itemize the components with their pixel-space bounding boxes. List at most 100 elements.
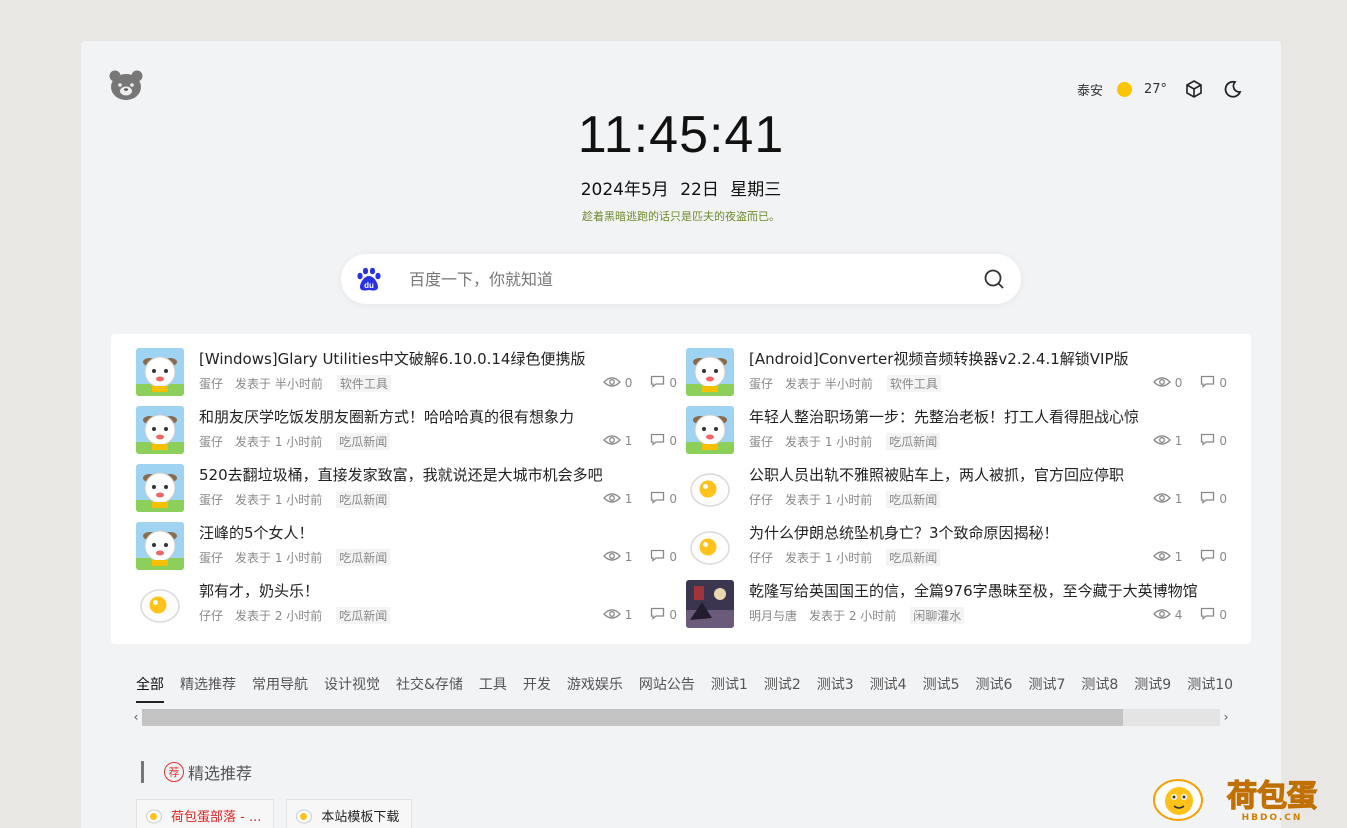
news-title[interactable]: 为什么伊朗总统坠机身亡？3个致命原因揭秘！ xyxy=(749,522,1227,544)
site-link[interactable]: 本站模板下载 xyxy=(286,799,413,828)
tab-5[interactable]: 工具 xyxy=(479,674,507,701)
news-item[interactable]: [Windows]Glary Utilities中文破解6.10.0.14绿色便… xyxy=(136,348,686,406)
eye-icon xyxy=(1151,608,1171,623)
author-avatar[interactable] xyxy=(136,348,184,396)
news-item[interactable]: 郭有才，奶头乐！ 仔仔 发表于 2 小时前 吃瓜新闻 1 0 xyxy=(136,580,686,638)
tab-3[interactable]: 设计视觉 xyxy=(324,674,380,701)
scroll-left-icon[interactable]: ‹ xyxy=(130,710,142,724)
svg-text:荷包蛋: 荷包蛋 xyxy=(1227,779,1317,814)
comment-count: 0 xyxy=(669,434,677,448)
tab-6[interactable]: 开发 xyxy=(523,674,551,701)
tab-4[interactable]: 社交&存储 xyxy=(396,674,463,701)
search-input[interactable] xyxy=(409,269,983,289)
news-time: 发表于 1 小时前 xyxy=(235,434,323,449)
news-category[interactable]: 闲聊灌水 xyxy=(910,606,965,624)
search-box: du xyxy=(341,254,1021,304)
author-avatar[interactable] xyxy=(686,580,734,628)
author-avatar[interactable] xyxy=(686,522,734,570)
svg-text:du: du xyxy=(364,281,374,290)
search-icon[interactable] xyxy=(983,268,1005,290)
tab-12[interactable]: 测试4 xyxy=(870,674,907,701)
news-category[interactable]: 软件工具 xyxy=(336,374,391,392)
author-avatar[interactable] xyxy=(136,522,184,570)
news-item[interactable]: [Android]Converter视频音频转换器v2.2.4.1解锁VIP版蛋… xyxy=(686,348,1236,406)
scroll-track[interactable] xyxy=(142,708,1220,726)
scroll-thumb[interactable] xyxy=(142,708,1123,726)
news-author[interactable]: 蛋仔 xyxy=(199,375,223,392)
author-avatar[interactable] xyxy=(686,464,734,512)
tab-7[interactable]: 游戏娱乐 xyxy=(567,674,623,701)
view-count: 0 xyxy=(624,376,633,390)
tab-17[interactable]: 测试9 xyxy=(1134,674,1171,701)
tab-14[interactable]: 测试6 xyxy=(976,674,1013,701)
news-item[interactable]: 公职人员出轨不雅照被贴车上，两人被抓，官方回应停职 仔仔 发表于 1 小时前 吃瓜新闻… xyxy=(686,464,1236,522)
author-avatar[interactable] xyxy=(686,406,734,454)
news-title[interactable]: 郭有才，奶头乐！ xyxy=(199,580,677,602)
news-category[interactable]: 吃瓜新闻 xyxy=(336,548,391,566)
tab-16[interactable]: 测试8 xyxy=(1081,674,1118,701)
news-title[interactable]: [Android]Converter视频音频转换器v2.2.4.1解锁VIP版 xyxy=(749,348,1227,370)
main-panel: 泰安 27° 11:45:41 2024年5月 22日 星期三 趁着黑暗逃跑的话… xyxy=(81,41,1281,828)
tab-11[interactable]: 测试3 xyxy=(817,674,854,701)
news-item[interactable]: 和朋友厌学吃饭发朋友圈新方式！哈哈哈真的很有想象力蛋仔 发表于 1 小时前 吃瓜新闻… xyxy=(136,406,686,464)
view-count: 1 xyxy=(624,434,633,448)
date-line: 2024年5月 22日 星期三 xyxy=(81,175,1281,200)
news-category[interactable]: 吃瓜新闻 xyxy=(886,548,941,566)
tab-0[interactable]: 全部 xyxy=(136,674,164,703)
author-avatar[interactable] xyxy=(686,348,734,396)
author-avatar[interactable] xyxy=(136,580,184,628)
news-author[interactable]: 蛋仔 xyxy=(199,491,223,508)
date-ymd: 2024年5月 xyxy=(580,180,669,200)
brand-logo[interactable]: 荷包蛋 HBDO.CN xyxy=(1152,772,1342,828)
scroll-right-icon[interactable]: › xyxy=(1220,710,1232,724)
tab-13[interactable]: 测试5 xyxy=(923,674,960,701)
tab-10[interactable]: 测试2 xyxy=(764,674,801,701)
tab-9[interactable]: 测试1 xyxy=(711,674,748,701)
site-link[interactable]: 荷包蛋部落 - ... xyxy=(136,799,275,828)
news-item[interactable]: 汪峰的5个女人！ 蛋仔 发表于 1 小时前 吃瓜新闻 1 0 xyxy=(136,522,686,580)
news-title[interactable]: 汪峰的5个女人！ xyxy=(199,522,677,544)
bear-logo-icon[interactable] xyxy=(109,69,143,101)
tab-18[interactable]: 测试10 xyxy=(1187,674,1233,701)
news-category[interactable]: 软件工具 xyxy=(886,374,941,392)
news-author[interactable]: 仔仔 xyxy=(199,607,223,624)
news-category[interactable]: 吃瓜新闻 xyxy=(886,490,941,508)
news-item[interactable]: 乾隆写给英国国王的信，全篇976字愚昧至极，至今藏于大英博物馆 明月与唐 发表于 2… xyxy=(686,580,1236,638)
news-category[interactable]: 吃瓜新闻 xyxy=(336,432,391,450)
comment-count: 0 xyxy=(669,492,677,506)
baidu-icon[interactable]: du xyxy=(355,265,383,293)
news-title[interactable]: 520去翻垃圾桶，直接发家致富，我就说还是大城市机会多吧 xyxy=(199,464,677,486)
news-category[interactable]: 吃瓜新闻 xyxy=(336,490,391,508)
author-avatar[interactable] xyxy=(136,406,184,454)
tab-8[interactable]: 网站公告 xyxy=(639,674,695,701)
tab-2[interactable]: 常用导航 xyxy=(252,674,308,701)
news-author[interactable]: 蛋仔 xyxy=(199,433,223,450)
news-author[interactable]: 明月与唐 xyxy=(749,607,797,624)
moon-icon[interactable] xyxy=(1221,78,1243,100)
news-category[interactable]: 吃瓜新闻 xyxy=(886,432,941,450)
news-title[interactable]: [Windows]Glary Utilities中文破解6.10.0.14绿色便… xyxy=(199,348,677,370)
news-title[interactable]: 和朋友厌学吃饭发朋友圈新方式！哈哈哈真的很有想象力 xyxy=(199,406,677,428)
news-time: 发表于 2 小时前 xyxy=(235,608,323,623)
news-item[interactable]: 520去翻垃圾桶，直接发家致富，我就说还是大城市机会多吧 蛋仔 发表于 1 小时前吃… xyxy=(136,464,686,522)
news-author[interactable]: 仔仔 xyxy=(749,491,773,508)
news-title[interactable]: 年轻人整治职场第一步：先整治老板！打工人看得胆战心惊 xyxy=(749,406,1227,428)
section-title: 精选推荐 xyxy=(188,764,253,783)
eye-icon xyxy=(601,550,621,565)
tabs-scrollbar[interactable]: ‹ › xyxy=(130,708,1232,726)
tab-1[interactable]: 精选推荐 xyxy=(180,674,236,701)
news-item[interactable]: 年轻人整治职场第一步：先整治老板！打工人看得胆战心惊 蛋仔 发表于 1 小时前 吃瓜新… xyxy=(686,406,1236,464)
tab-15[interactable]: 测试7 xyxy=(1028,674,1065,701)
author-avatar[interactable] xyxy=(136,464,184,512)
news-title[interactable]: 乾隆写给英国国王的信，全篇976字愚昧至极，至今藏于大英博物馆 xyxy=(749,580,1227,602)
news-author[interactable]: 蛋仔 xyxy=(199,549,223,566)
news-category[interactable]: 吃瓜新闻 xyxy=(336,606,391,624)
news-author[interactable]: 蛋仔 xyxy=(749,375,773,392)
news-item[interactable]: 为什么伊朗总统坠机身亡？3个致命原因揭秘！ 仔仔 发表于 1 小时前 吃瓜新闻 1 0 xyxy=(686,522,1236,580)
cube-icon[interactable] xyxy=(1183,78,1205,100)
egg-icon xyxy=(146,809,162,823)
news-meta: 蛋仔 发表于 1 小时前 吃瓜新闻 1 0 xyxy=(199,548,677,566)
news-author[interactable]: 仔仔 xyxy=(749,549,773,566)
news-author[interactable]: 蛋仔 xyxy=(749,433,773,450)
news-title[interactable]: 公职人员出轨不雅照被贴车上，两人被抓，官方回应停职 xyxy=(749,464,1227,486)
